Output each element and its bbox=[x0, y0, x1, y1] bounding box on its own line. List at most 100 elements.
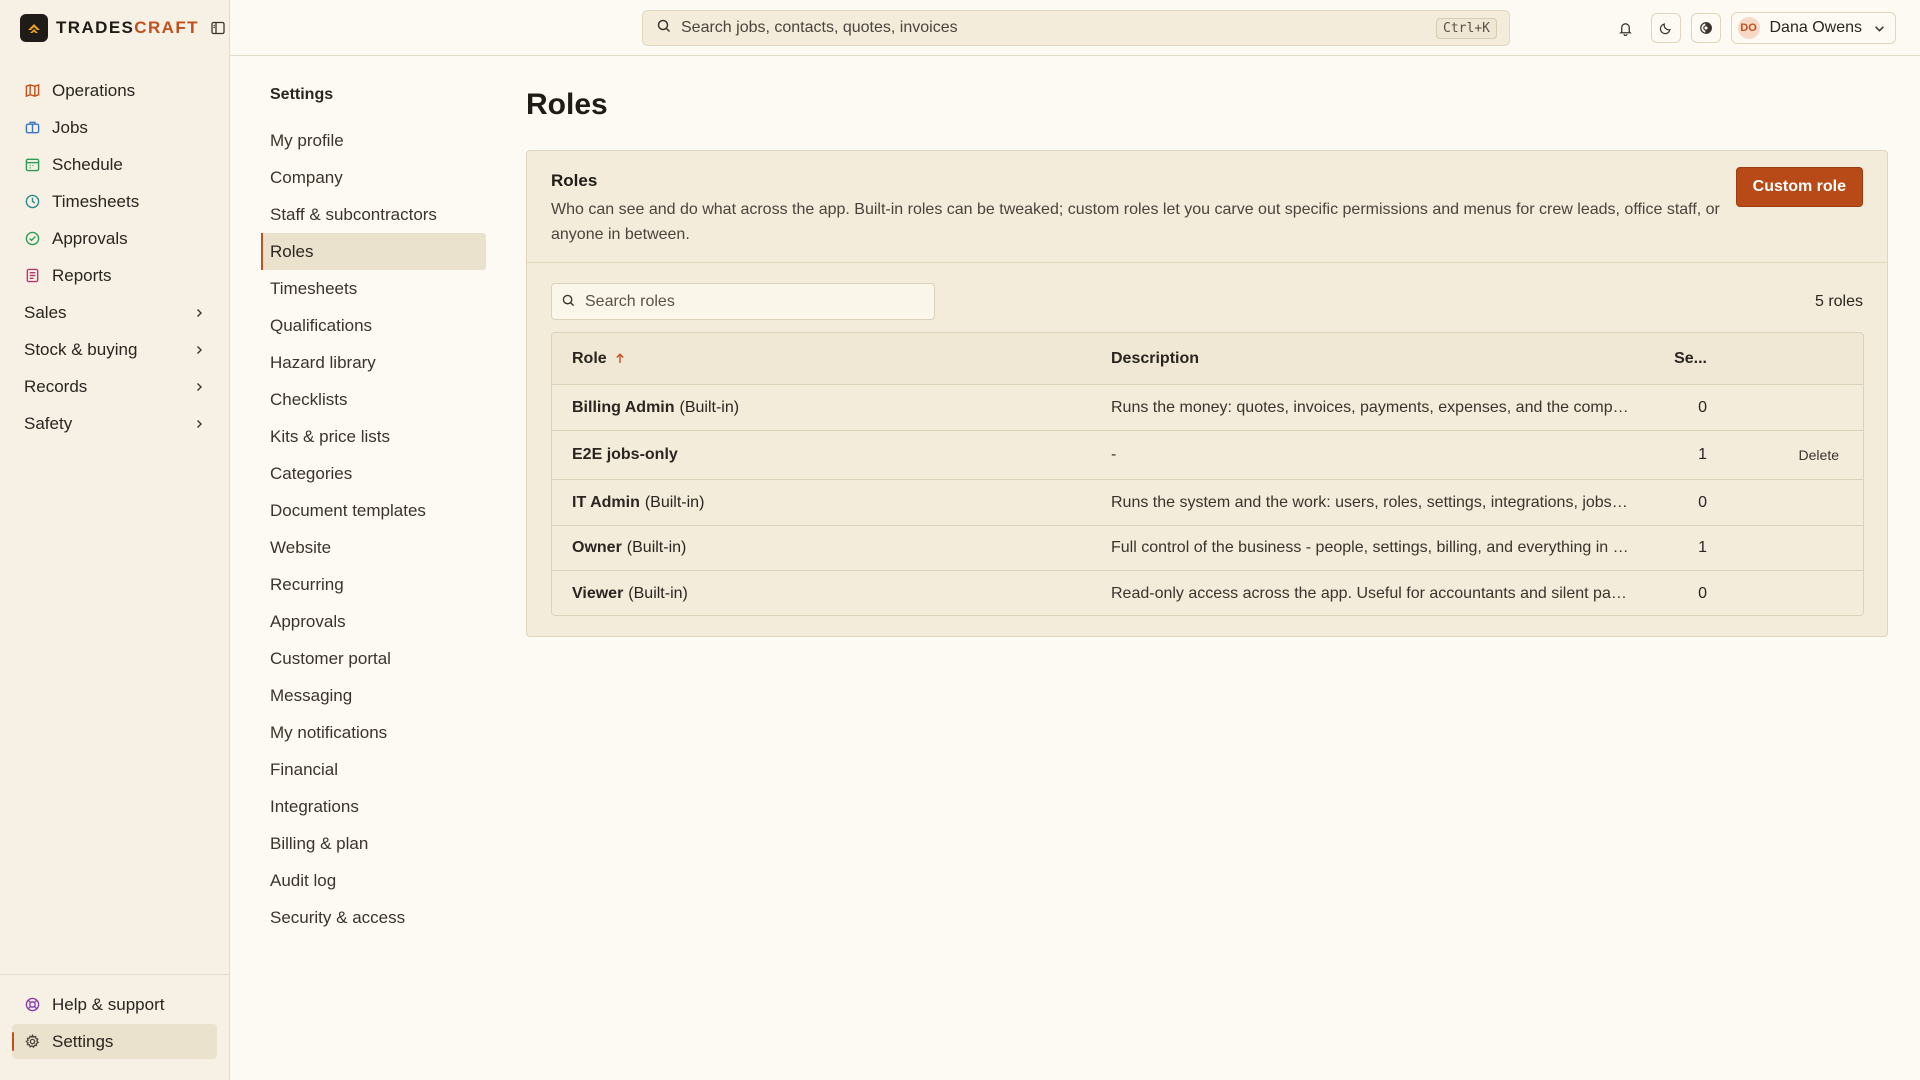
sidebar-group-label: Stock & buying bbox=[24, 339, 138, 359]
column-header-seats[interactable]: Se... bbox=[1649, 350, 1707, 368]
settings-item-checklists[interactable]: Checklists bbox=[261, 381, 486, 418]
role-name: E2E jobs-only bbox=[572, 446, 678, 463]
tradescraft-logo-icon[interactable] bbox=[20, 14, 48, 42]
sidebar-item-help-support[interactable]: Help & support bbox=[12, 987, 217, 1022]
settings-item-messaging[interactable]: Messaging bbox=[261, 677, 486, 714]
brand-name-part2: CRAFT bbox=[134, 18, 199, 37]
sidebar-group-stock-buying[interactable]: Stock & buying bbox=[12, 331, 218, 368]
brand-name: TRADESCRAFT bbox=[56, 18, 199, 38]
role-description-cell: Read-only access across the app. Useful … bbox=[1111, 584, 1649, 602]
settings-item-timesheets[interactable]: Timesheets bbox=[261, 270, 486, 307]
roles-card-header: Roles Who can see and do what across the… bbox=[527, 151, 1887, 263]
column-header-role[interactable]: Role bbox=[552, 350, 1111, 368]
chevron-right-icon bbox=[194, 344, 206, 356]
settings-item-hazard-library[interactable]: Hazard library bbox=[261, 344, 486, 381]
delete-role-button[interactable]: Delete bbox=[1799, 447, 1839, 463]
settings-item-billing-plan[interactable]: Billing & plan bbox=[261, 825, 486, 862]
briefcase-icon bbox=[24, 120, 40, 136]
notifications-bell-icon[interactable] bbox=[1611, 13, 1641, 43]
sidebar-item-label: Reports bbox=[52, 265, 112, 285]
sidebar-group-records[interactable]: Records bbox=[12, 368, 218, 405]
settings-nav-title: Settings bbox=[270, 86, 334, 103]
settings-item-categories[interactable]: Categories bbox=[261, 455, 486, 492]
role-builtin-suffix: (Built-in) bbox=[628, 584, 688, 602]
role-name-cell: Owner (Built-in) bbox=[552, 539, 1111, 557]
role-seats-cell: 1 bbox=[1698, 539, 1707, 556]
check-circle-icon bbox=[24, 231, 40, 247]
settings-item-kits-price-lists[interactable]: Kits & price lists bbox=[261, 418, 486, 455]
sidebar-item-label: Settings bbox=[52, 1031, 114, 1051]
table-row[interactable]: Billing Admin (Built-in) Runs the money: … bbox=[552, 385, 1863, 431]
column-header-description[interactable]: Description bbox=[1111, 350, 1649, 368]
settings-item-security-access[interactable]: Security & access bbox=[261, 899, 486, 936]
sidebar-item-jobs[interactable]: Jobs bbox=[12, 109, 218, 146]
lifebuoy-icon bbox=[24, 997, 40, 1013]
settings-item-integrations[interactable]: Integrations bbox=[261, 788, 486, 825]
top-bar: Search jobs, contacts, quotes, invoices … bbox=[230, 0, 1920, 56]
table-row[interactable]: Viewer (Built-in) Read-only access across… bbox=[552, 571, 1863, 615]
role-name-cell: E2E jobs-only bbox=[552, 446, 1111, 464]
user-name: Dana Owens bbox=[1769, 19, 1863, 36]
settings-item-my-notifications[interactable]: My notifications bbox=[261, 714, 486, 751]
role-seats-cell: 0 bbox=[1698, 584, 1707, 602]
settings-item-recurring[interactable]: Recurring bbox=[261, 566, 486, 603]
avatar: DO bbox=[1737, 17, 1760, 39]
user-menu-button[interactable]: DO Dana Owens bbox=[1730, 12, 1896, 44]
dark-mode-moon-icon[interactable] bbox=[1650, 13, 1681, 43]
settings-item-customer-portal[interactable]: Customer portal bbox=[261, 640, 486, 677]
table-row[interactable]: E2E jobs-only - 1 Delete bbox=[552, 431, 1863, 480]
role-name-cell: Billing Admin (Built-in) bbox=[552, 399, 1111, 417]
settings-item-approvals[interactable]: Approvals bbox=[261, 603, 486, 640]
settings-item-staff-subcontractors[interactable]: Staff & subcontractors bbox=[261, 196, 486, 233]
roles-search-input[interactable]: Search roles bbox=[551, 283, 935, 320]
global-search-placeholder: Search jobs, contacts, quotes, invoices bbox=[681, 19, 958, 36]
chevron-right-icon bbox=[194, 307, 206, 319]
custom-role-button[interactable]: Custom role bbox=[1735, 167, 1863, 207]
search-icon bbox=[562, 292, 575, 312]
global-search-input[interactable]: Search jobs, contacts, quotes, invoices … bbox=[642, 10, 1510, 46]
report-icon bbox=[24, 268, 40, 284]
sidebar-collapse-icon[interactable] bbox=[209, 19, 227, 37]
sidebar-group-sales[interactable]: Sales bbox=[12, 294, 218, 331]
roles-card: Roles Who can see and do what across the… bbox=[526, 150, 1888, 637]
sidebar-item-operations[interactable]: Operations bbox=[12, 72, 218, 109]
sidebar-item-schedule[interactable]: Schedule bbox=[12, 146, 218, 183]
sidebar-item-settings[interactable]: Settings bbox=[12, 1024, 217, 1059]
settings-item-financial[interactable]: Financial bbox=[261, 751, 486, 788]
settings-item-company[interactable]: Company bbox=[261, 159, 486, 196]
chevron-right-icon bbox=[194, 418, 206, 430]
table-row[interactable]: IT Admin (Built-in) Runs the system and t… bbox=[552, 480, 1863, 526]
sidebar-item-label: Timesheets bbox=[52, 191, 140, 211]
chevron-right-icon bbox=[194, 381, 206, 393]
roles-search-placeholder: Search roles bbox=[585, 292, 675, 310]
brand: TRADESCRAFT bbox=[20, 14, 227, 42]
sidebar-item-label: Schedule bbox=[52, 154, 123, 174]
table-header: Role Description Se... bbox=[552, 333, 1863, 385]
sidebar-group-label: Safety bbox=[24, 413, 73, 433]
role-actions-cell: Delete bbox=[1707, 447, 1863, 463]
contrast-theme-icon[interactable] bbox=[1690, 13, 1721, 43]
sidebar-item-reports[interactable]: Reports bbox=[12, 257, 218, 294]
sort-ascending-arrow-icon bbox=[615, 353, 625, 364]
brand-name-part1: TRADES bbox=[56, 18, 135, 37]
settings-item-qualifications[interactable]: Qualifications bbox=[261, 307, 486, 344]
sidebar-item-approvals[interactable]: Approvals bbox=[12, 220, 218, 257]
settings-item-website[interactable]: Website bbox=[261, 529, 486, 566]
sidebar-group-label: Sales bbox=[24, 302, 67, 322]
settings-item-roles[interactable]: Roles bbox=[261, 233, 486, 270]
sidebar-item-label: Jobs bbox=[52, 117, 88, 137]
sidebar-group-safety[interactable]: Safety bbox=[12, 405, 218, 442]
settings-item-audit-log[interactable]: Audit log bbox=[261, 862, 486, 899]
gear-icon bbox=[24, 1034, 40, 1050]
roles-count: 5 roles bbox=[1814, 293, 1863, 310]
chevron-down-icon bbox=[1874, 23, 1885, 34]
sidebar-item-timesheets[interactable]: Timesheets bbox=[12, 183, 218, 220]
calendar-icon bbox=[24, 157, 40, 173]
role-builtin-suffix: (Built-in) bbox=[644, 493, 705, 511]
table-row[interactable]: Owner (Built-in) Full control of the busi… bbox=[552, 526, 1863, 571]
settings-item-document-templates[interactable]: Document templates bbox=[261, 492, 486, 529]
sidebar-footer: Help & support Settings bbox=[0, 974, 229, 1080]
top-actions: DO Dana Owens bbox=[1611, 12, 1896, 44]
role-name: IT Admin bbox=[572, 493, 640, 511]
settings-item-my-profile[interactable]: My profile bbox=[261, 122, 486, 159]
